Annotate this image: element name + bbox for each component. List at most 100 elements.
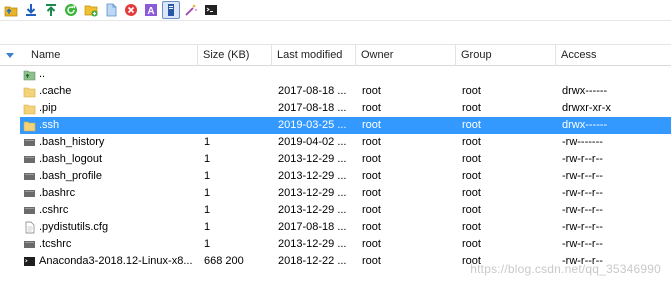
file-name: Anaconda3-2018.12-Linux-x8...	[39, 255, 193, 267]
column-header-access[interactable]: Access	[556, 45, 671, 66]
new-file-icon	[106, 3, 117, 17]
file-row[interactable]: .cache 2017-08-18 ... root root drwx------	[0, 83, 671, 100]
file-name: .cache	[39, 85, 72, 97]
parent-directory-icon	[4, 6, 18, 17]
refresh-button[interactable]	[62, 1, 80, 19]
file-modified: 2019-03-25 ...	[278, 119, 347, 131]
delete-icon	[125, 4, 137, 16]
file-access: -rw-r--r--	[562, 221, 603, 233]
file-access: drwx------	[562, 85, 608, 97]
folder-icon	[23, 119, 36, 132]
column-header-size[interactable]: Size (KB)	[198, 45, 272, 66]
upload-button[interactable]	[42, 1, 60, 19]
file-access: -rw-r--r--	[562, 170, 603, 182]
file-modified: 2013-12-29 ...	[278, 170, 347, 182]
file-group: root	[462, 238, 481, 250]
file-row[interactable]: .ssh 2019-03-25 ... root root drwx------	[0, 117, 671, 134]
file-row[interactable]: .bash_logout 1 2013-12-29 ... root root -rw-r…	[0, 151, 671, 168]
file-group: root	[462, 85, 481, 97]
file-access: -rw-------	[562, 136, 603, 148]
file-modified: 2013-12-29 ...	[278, 238, 347, 250]
file-size: 1	[204, 136, 211, 148]
file-access: -rw-r--r--	[562, 238, 603, 250]
rename-icon: A	[145, 4, 157, 17]
file-size: 1	[204, 187, 211, 199]
file-access: drwxr-xr-x	[562, 102, 611, 114]
file-name: .bash_profile	[39, 170, 102, 182]
file-name: .cshrc	[39, 204, 69, 216]
file-size: 1	[204, 153, 211, 165]
doc-file-icon	[23, 221, 36, 234]
file-icon	[23, 187, 36, 200]
file-name: .bash_logout	[39, 153, 102, 165]
file-group: root	[462, 102, 481, 114]
file-row[interactable]: .pydistutils.cfg 1 2017-08-18 ... root root -…	[0, 219, 671, 236]
file-row[interactable]: .bashrc 1 2013-12-29 ... root root -rw-r--r--	[0, 185, 671, 202]
file-name: ..	[39, 68, 46, 80]
properties-icon	[168, 4, 174, 16]
column-header-name[interactable]: Name	[26, 45, 198, 66]
terminal-icon	[205, 5, 217, 15]
file-access: -rw-r--r--	[562, 187, 603, 199]
file-modified: 2017-08-18 ...	[278, 102, 347, 114]
file-icon	[23, 153, 36, 166]
file-icon	[23, 238, 36, 251]
file-modified	[278, 66, 354, 83]
svg-text:A: A	[147, 6, 154, 17]
file-modified: 2017-08-18 ...	[278, 85, 347, 97]
file-size: 668 200	[204, 255, 244, 267]
file-owner: root	[362, 85, 381, 97]
new-file-button[interactable]	[102, 1, 120, 19]
file-name: .bashrc	[39, 187, 76, 199]
path-bar-area	[0, 21, 671, 43]
file-owner: root	[362, 221, 381, 233]
file-modified: 2018-12-22 ...	[278, 255, 347, 267]
file-group: root	[462, 119, 481, 131]
file-icon	[23, 170, 36, 183]
file-owner: root	[362, 204, 381, 216]
file-row[interactable]: .pip 2017-08-18 ... root root drwxr-xr-x	[0, 100, 671, 117]
file-group: root	[462, 187, 481, 199]
magic-wand-button[interactable]	[182, 1, 200, 19]
file-owner: root	[362, 119, 381, 131]
file-owner: root	[362, 187, 381, 199]
download-button[interactable]	[22, 1, 40, 19]
terminal-button[interactable]	[202, 1, 220, 19]
file-row[interactable]: .tcshrc 1 2013-12-29 ... root root -rw-r--r--	[0, 236, 671, 253]
new-folder-icon	[84, 5, 98, 17]
properties-button[interactable]	[162, 1, 180, 19]
file-icon	[23, 136, 36, 149]
column-header-group[interactable]: Group	[456, 45, 556, 66]
parent-directory-button[interactable]	[2, 1, 20, 19]
file-access: -rw-r--r--	[562, 153, 603, 165]
rename-button[interactable]: A	[142, 1, 160, 19]
folder-icon	[23, 102, 36, 115]
file-size	[204, 100, 272, 117]
file-row[interactable]: .bash_history 1 2019-04-02 ... root root -rw-…	[0, 134, 671, 151]
terminal-file-icon	[23, 255, 36, 268]
refresh-icon	[65, 4, 77, 16]
file-size: 1	[204, 170, 211, 182]
file-row[interactable]: .bash_profile 1 2013-12-29 ... root root -rw-…	[0, 168, 671, 185]
upload-icon	[46, 4, 56, 16]
watermark: https://blog.csdn.net/qq_35346990	[470, 262, 661, 276]
file-access: drwx------	[562, 119, 608, 131]
sort-descending-icon[interactable]	[6, 53, 14, 58]
file-owner: root	[362, 102, 381, 114]
file-size	[204, 66, 272, 83]
file-group: root	[462, 136, 481, 148]
file-owner: root	[362, 238, 381, 250]
file-row[interactable]: ..	[0, 66, 671, 83]
new-folder-button[interactable]	[82, 1, 100, 19]
file-name: .pydistutils.cfg	[39, 221, 109, 233]
file-size: 1	[204, 204, 211, 216]
column-header-owner[interactable]: Owner	[356, 45, 456, 66]
folder-icon	[23, 85, 36, 98]
column-header-modified[interactable]: Last modified	[272, 45, 356, 66]
delete-button[interactable]	[122, 1, 140, 19]
file-name: .ssh	[39, 119, 60, 131]
file-group	[462, 66, 556, 83]
file-name: .tcshrc	[39, 238, 72, 250]
file-row[interactable]: .cshrc 1 2013-12-29 ... root root -rw-r--r--	[0, 202, 671, 219]
up-folder-icon	[23, 68, 36, 81]
